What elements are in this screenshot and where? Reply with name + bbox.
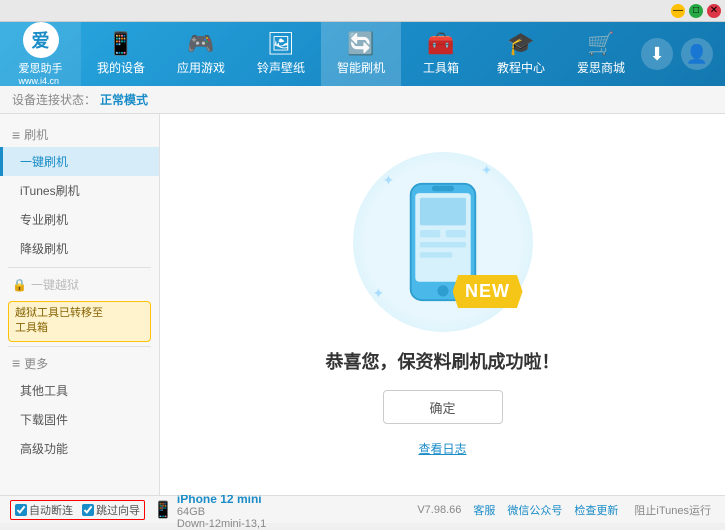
view-log-link[interactable]: 查看日志 — [418, 440, 466, 457]
nav-apps-games-label: 应用游戏 — [177, 59, 225, 76]
nav-my-device-icon: 📱 — [107, 33, 134, 55]
content-area: ✦ ✦ ✦ NEW 恭喜您，保资料刷机成功啦！ 确定 — [160, 114, 725, 495]
nav-toolbox[interactable]: 🧰 工具箱 — [401, 22, 481, 86]
nav-shop-icon: 🛒 — [587, 33, 614, 55]
service-link[interactable]: 客服 — [473, 502, 495, 518]
auto-disconnect-label: 自动断连 — [29, 502, 73, 518]
device-icon: 📱 — [153, 500, 173, 520]
nav-smart-flash-icon: 🔄 — [347, 33, 374, 55]
nav-smart-flash-label: 智能刷机 — [337, 59, 385, 76]
sidebar-item-advanced[interactable]: 高级功能 — [0, 434, 159, 463]
sidebar-top: ≡ 刷机 一键刷机 iTunes刷机 专业刷机 降级刷机 🔒 一键越狱 越狱工具… — [0, 122, 159, 495]
sidebar-divider-2 — [8, 346, 151, 347]
block-itunes-item[interactable]: 阻止iTunes运行 — [630, 499, 715, 521]
checkbox-group: 自动断连 跳过向导 — [10, 500, 145, 520]
user-button[interactable]: 👤 — [681, 38, 713, 70]
flash-section-icon: ≡ — [12, 127, 20, 143]
nav-items: 📱 我的设备 🎮 应用游戏 🖼 铃声壁纸 🔄 智能刷机 🧰 工具箱 🎓 教程中心… — [81, 22, 641, 86]
logo-text: 爱思助手 www.i4.cn — [19, 60, 63, 86]
nav-apps-games[interactable]: 🎮 应用游戏 — [161, 22, 241, 86]
nav-my-device-label: 我的设备 — [97, 59, 145, 76]
status-bar: 设备连接状态： 正常模式 — [0, 86, 725, 114]
checkbox-auto-disconnect[interactable]: 自动断连 — [15, 502, 73, 518]
update-link[interactable]: 检查更新 — [574, 502, 618, 518]
nav-tutorial-label: 教程中心 — [497, 59, 545, 76]
sidebar-panel: ≡ 刷机 一键刷机 iTunes刷机 专业刷机 降级刷机 🔒 一键越狱 越狱工具… — [0, 122, 159, 495]
nav-toolbox-icon: 🧰 — [427, 33, 454, 55]
nav-toolbox-label: 工具箱 — [423, 59, 459, 76]
lock-icon: 🔒 — [12, 278, 27, 292]
block-itunes-label: 阻止iTunes运行 — [634, 502, 711, 518]
sidebar-item-other-tools[interactable]: 其他工具 — [0, 376, 159, 405]
phone-circle: ✦ ✦ ✦ NEW — [353, 152, 533, 332]
sidebar-section-flash: ≡ 刷机 一键刷机 iTunes刷机 专业刷机 降级刷机 — [0, 122, 159, 263]
nav-tutorial[interactable]: 🎓 教程中心 — [481, 22, 561, 86]
sidebar-item-downgrade-flash[interactable]: 降级刷机 — [0, 234, 159, 263]
minimize-button[interactable]: — — [671, 4, 685, 18]
bottom-bar: 自动断连 跳过向导 📱 iPhone 12 mini 64GB Down-12m… — [0, 495, 725, 523]
sidebar-jailbreak-label: 一键越狱 — [31, 276, 79, 293]
header-actions: ⬇ 👤 — [641, 38, 725, 70]
status-label: 设备连接状态： — [12, 91, 96, 108]
nav-apps-games-icon: 🎮 — [187, 33, 214, 55]
nav-smart-flash[interactable]: 🔄 智能刷机 — [321, 22, 401, 86]
nav-shop[interactable]: 🛒 爱思商城 — [561, 22, 641, 86]
device-version: Down-12mini-13,1 — [177, 518, 266, 530]
checkbox-skip-wizard[interactable]: 跳过向导 — [82, 502, 140, 518]
sidebar-item-itunes-flash[interactable]: iTunes刷机 — [0, 176, 159, 205]
sidebar-section-more-header: ≡ 更多 — [0, 351, 159, 376]
nav-tutorial-icon: 🎓 — [507, 33, 534, 55]
sidebar-section-jailbreak: 🔒 一键越狱 越狱工具已转移至 工具箱 — [0, 272, 159, 342]
skip-wizard-checkbox[interactable] — [82, 504, 94, 516]
device-info: iPhone 12 mini 64GB Down-12mini-13,1 — [177, 492, 266, 530]
logo-icon: 爱 — [23, 22, 59, 58]
sidebar-jailbreak-header: 🔒 一键越狱 — [0, 272, 159, 297]
sparkle-2: ✦ — [481, 162, 493, 179]
sparkle-3: ✦ — [373, 285, 385, 302]
sidebar-section-more: ≡ 更多 其他工具 下载固件 高级功能 — [0, 351, 159, 463]
nav-ringtone-icon: 🖼 — [267, 33, 295, 55]
nav-my-device[interactable]: 📱 我的设备 — [81, 22, 161, 86]
status-value: 正常模式 — [100, 91, 148, 108]
download-button[interactable]: ⬇ — [641, 38, 673, 70]
new-badge: NEW — [453, 275, 523, 308]
sidebar-section-more-label: 更多 — [24, 355, 48, 372]
logo-sub-text: www.i4.cn — [19, 76, 63, 86]
sidebar-divider-1 — [8, 267, 151, 268]
nav-ringtone-wallpaper[interactable]: 🖼 铃声壁纸 — [241, 22, 321, 86]
sparkle-1: ✦ — [383, 172, 395, 189]
bottom-bar-right: V7.98.66 客服 微信公众号 检查更新 阻止iTunes运行 — [417, 499, 715, 521]
illustration: ✦ ✦ ✦ NEW 恭喜您，保资料刷机成功啦！ 确定 — [326, 152, 560, 457]
success-text: 恭喜您，保资料刷机成功啦！ — [326, 348, 560, 374]
confirm-button[interactable]: 确定 — [383, 390, 503, 424]
version-label: V7.98.66 — [417, 504, 461, 516]
bottom-bar-left: 自动断连 跳过向导 📱 iPhone 12 mini 64GB Down-12m… — [10, 490, 413, 530]
nav-ringtone-label: 铃声壁纸 — [257, 59, 305, 76]
skip-wizard-label: 跳过向导 — [96, 502, 140, 518]
wechat-link[interactable]: 微信公众号 — [507, 502, 562, 518]
sidebar-item-one-key-flash[interactable]: 一键刷机 — [0, 147, 159, 176]
header: 爱 爱思助手 www.i4.cn 📱 我的设备 🎮 应用游戏 🖼 铃声壁纸 🔄 … — [0, 22, 725, 86]
device-info-group: 📱 iPhone 12 mini 64GB Down-12mini-13,1 — [153, 490, 266, 530]
title-bar: — □ ✕ — [0, 0, 725, 22]
auto-disconnect-checkbox[interactable] — [15, 504, 27, 516]
close-button[interactable]: ✕ — [707, 4, 721, 18]
sidebar-item-pro-flash[interactable]: 专业刷机 — [0, 205, 159, 234]
sidebar-section-flash-label: 刷机 — [24, 126, 48, 143]
main-layout: ≡ 刷机 一键刷机 iTunes刷机 专业刷机 降级刷机 🔒 一键越狱 越狱工具… — [0, 114, 725, 495]
sidebar: ≡ 刷机 一键刷机 iTunes刷机 专业刷机 降级刷机 🔒 一键越狱 越狱工具… — [0, 114, 160, 495]
logo-main-text: 爱思助手 — [19, 60, 63, 76]
nav-shop-label: 爱思商城 — [577, 59, 625, 76]
sidebar-item-download-firmware[interactable]: 下载固件 — [0, 405, 159, 434]
sidebar-section-flash-header: ≡ 刷机 — [0, 122, 159, 147]
more-section-icon: ≡ — [12, 355, 20, 371]
logo-area: 爱 爱思助手 www.i4.cn — [0, 22, 81, 86]
device-storage: 64GB — [177, 506, 266, 518]
sidebar-warning-box: 越狱工具已转移至 工具箱 — [8, 301, 151, 342]
maximize-button[interactable]: □ — [689, 4, 703, 18]
